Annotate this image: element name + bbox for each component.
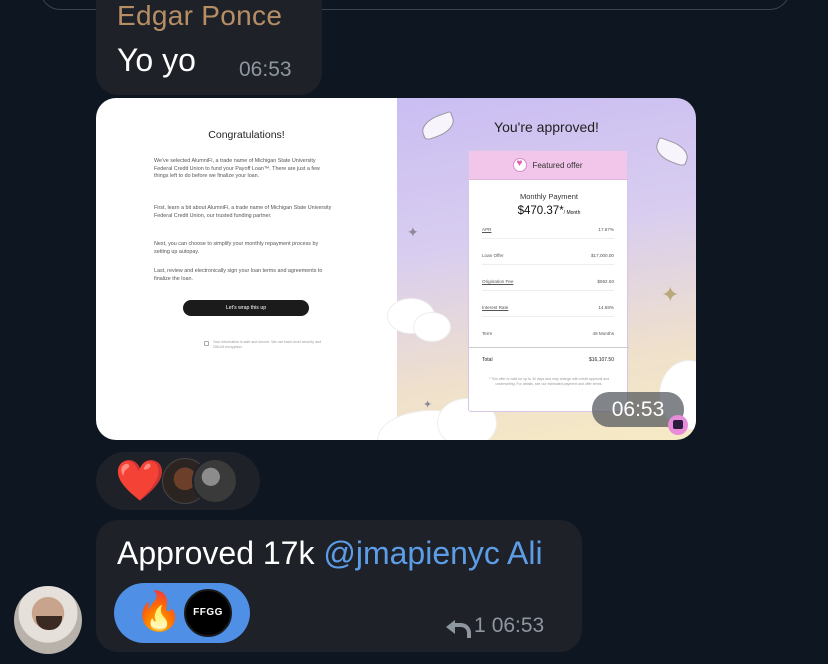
message-bubble[interactable]: Edgar Ponce Yo yo 06:53 bbox=[96, 0, 322, 95]
message-meta: 1 06:53 bbox=[446, 614, 544, 638]
avatar[interactable]: FFGG bbox=[184, 589, 232, 637]
paragraph: Last, review and electronically sign you… bbox=[154, 268, 323, 282]
offer-note: * This offer is valid for up to 30 days … bbox=[488, 377, 610, 386]
sender-avatar[interactable] bbox=[14, 586, 82, 654]
lock-icon bbox=[204, 341, 209, 346]
offer-row: Origination Fee $592.50 bbox=[482, 279, 614, 291]
approved-heading: You're approved! bbox=[494, 119, 599, 135]
screenshot-left-panel: Congratulations! We've selected AlumniFi… bbox=[96, 98, 397, 440]
heart-icon[interactable]: ❤️ bbox=[115, 457, 165, 505]
fire-icon: 🔥 bbox=[135, 591, 183, 633]
paragraph: We've selected AlumniFi, a trade name of… bbox=[154, 158, 320, 180]
avatar[interactable] bbox=[192, 458, 238, 504]
reply-count[interactable]: 1 bbox=[474, 614, 486, 638]
offer-row: Term 48 Months bbox=[482, 331, 614, 336]
sticker-icon[interactable] bbox=[668, 415, 688, 435]
heart-icon bbox=[513, 158, 528, 172]
divider bbox=[469, 347, 629, 348]
sparkle-icon: ✦ bbox=[407, 224, 419, 240]
reactions-bar[interactable]: ❤️ bbox=[96, 452, 260, 510]
card-header-label: Featured offer bbox=[532, 160, 583, 170]
congrats-heading: Congratulations! bbox=[208, 129, 285, 141]
wrap-up-button: Let's wrap this up bbox=[183, 300, 309, 316]
paragraph: First, learn a bit about AlumniFi, a tra… bbox=[154, 205, 332, 219]
monthly-label: Monthly Payment bbox=[520, 192, 578, 201]
card-header: Featured offer bbox=[469, 151, 627, 180]
screenshot-right-panel: You're approved! ✦ ✦ ✦ Featured offer Mo… bbox=[377, 98, 696, 440]
offer-row: APR 17.67% bbox=[482, 227, 614, 239]
offer-row: Interest Rate 14.68% bbox=[482, 305, 614, 317]
message-time: 06:53 bbox=[239, 58, 292, 81]
total-row: Total $16,107.50 bbox=[482, 357, 614, 363]
cloud-shape bbox=[413, 312, 451, 342]
message-bubble[interactable]: Approved 17k @jmapienyc Ali 🔥 FFGG 1 06:… bbox=[96, 520, 582, 652]
message-time: 06:53 bbox=[491, 614, 545, 637]
photo-message[interactable]: Congratulations! We've selected AlumniFi… bbox=[96, 98, 696, 440]
offer-card: Featured offer Monthly Payment $470.37*/… bbox=[468, 150, 629, 412]
sparkle-icon: ✦ bbox=[661, 282, 680, 307]
reply-icon[interactable] bbox=[446, 618, 471, 638]
sender-name[interactable]: Edgar Ponce bbox=[117, 0, 282, 32]
message-text: Yo yo bbox=[117, 42, 196, 78]
paragraph: Next, you can choose to simplify your mo… bbox=[154, 241, 319, 255]
reaction-chip[interactable]: 🔥 FFGG bbox=[114, 583, 250, 643]
monthly-amount: $470.37*/ Month bbox=[517, 205, 581, 217]
wing-icon bbox=[652, 136, 692, 168]
security-note: Your information is safe and secure. We … bbox=[213, 340, 322, 349]
mention-link[interactable]: @jmapienyc Ali bbox=[323, 535, 542, 571]
message-text: Approved 17k @jmapienyc Ali bbox=[117, 535, 543, 571]
offer-row: Loan Offer $17,000.00 bbox=[482, 253, 614, 265]
